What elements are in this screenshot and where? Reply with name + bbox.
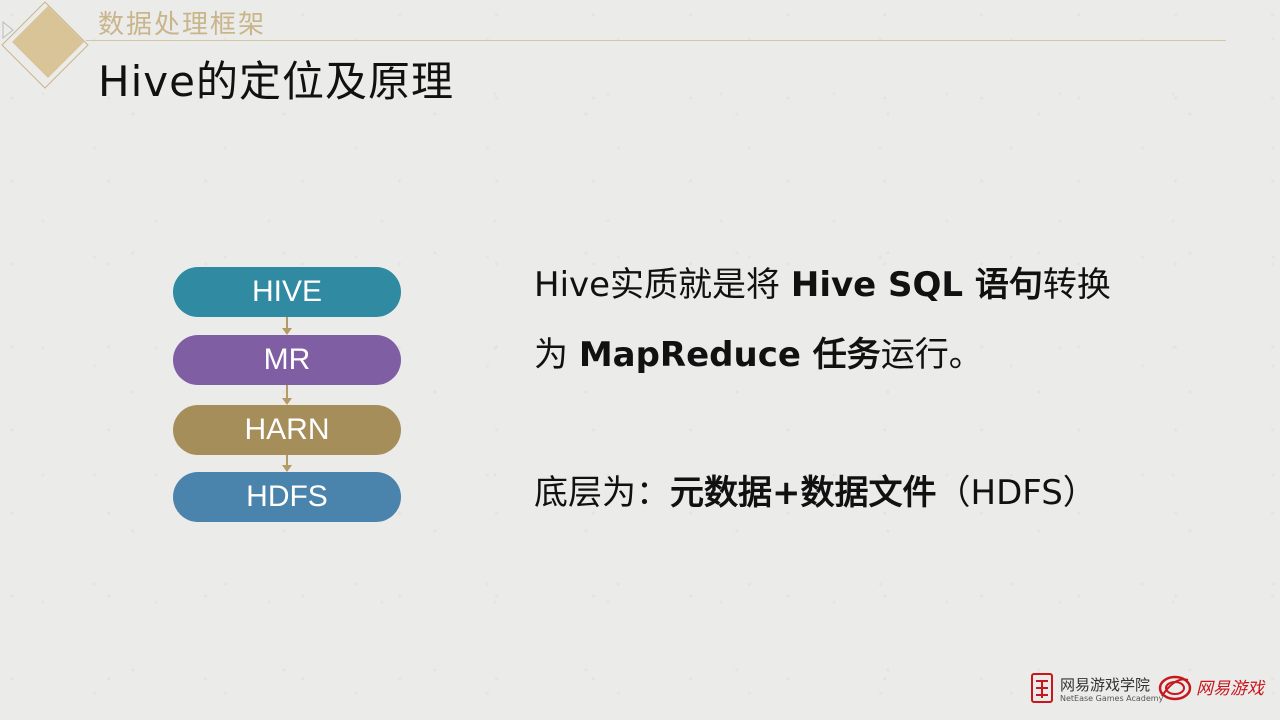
para1-line1: Hive实质就是将 Hive SQL 语句转换 (534, 250, 1194, 320)
para1-line2: 为 MapReduce 任务运行。 (534, 320, 1194, 390)
flow-step-harn: HARN (173, 405, 401, 455)
flow-arrow-1 (282, 317, 292, 335)
para1-line1-bold: Hive SQL 语句 (790, 265, 1043, 305)
academy-subtitle: NetEase Games Academy (1060, 694, 1164, 703)
para2-line: 底层为：元数据+数据文件（HDFS） (534, 458, 1194, 528)
page-title: Hive的定位及原理 (98, 57, 454, 106)
para1-line2-bold: MapReduce 任务 (578, 335, 881, 375)
section-title: 数据处理框架 (98, 10, 267, 40)
para1-line1-prefix: Hive实质就是将 (534, 265, 791, 305)
flow-arrow-3 (282, 455, 292, 472)
stack-flow-diagram: HIVE MR HARN HDFS (173, 267, 401, 523)
flow-step-hdfs: HDFS (173, 472, 401, 522)
explanation-text: Hive实质就是将 Hive SQL 语句转换 为 MapReduce 任务运行… (534, 250, 1194, 528)
netease-games-logo-icon (1158, 675, 1192, 701)
academy-seal-icon (1031, 673, 1053, 703)
footer-logos: 网易游戏学院 NetEase Games Academy 网易游戏 (1030, 670, 1270, 710)
flow-step-hive: HIVE (173, 267, 401, 317)
flow-arrow-2 (282, 385, 292, 405)
para2-prefix: 底层为： (534, 473, 670, 513)
para2-suffix: （HDFS） (936, 473, 1097, 513)
flow-step-mr: MR (173, 335, 401, 385)
para1-line2-prefix: 为 (534, 335, 579, 375)
para2-bold: 元数据+数据文件 (670, 473, 937, 513)
netease-games-name: 网易游戏 (1196, 679, 1264, 699)
corner-diamond-decoration (1, 1, 89, 89)
academy-name: 网易游戏学院 (1060, 676, 1151, 694)
para1-line2-suffix: 运行。 (880, 335, 983, 375)
para1-line1-suffix: 转换 (1042, 265, 1111, 305)
